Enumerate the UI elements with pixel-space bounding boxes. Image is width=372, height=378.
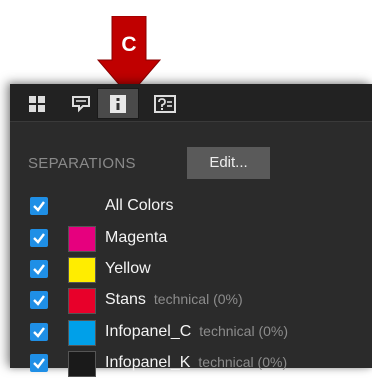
separation-row: All Colors [10, 193, 372, 221]
separation-tag: technical (0%) [199, 323, 288, 339]
separation-row: Stans technical (0%) [10, 287, 372, 315]
color-swatch [68, 257, 96, 283]
checkmark-icon [33, 233, 45, 244]
help-button[interactable] [145, 89, 185, 118]
color-swatch [68, 351, 96, 377]
separation-row: Magenta [10, 225, 372, 253]
separation-name: Yellow [105, 260, 151, 278]
separation-label: Infopanel_C [105, 323, 192, 340]
separation-label: Infopanel_K [105, 354, 191, 371]
separation-name: Infopanel_K technical (0%) [105, 354, 287, 372]
separation-name: Magenta [105, 229, 167, 247]
separation-name: All Colors [105, 197, 173, 215]
separation-row: Infopanel_K technical (0%) [10, 350, 372, 378]
checkmark-icon [33, 201, 45, 212]
checkmark-icon [33, 264, 45, 275]
separation-row: Yellow [10, 256, 372, 284]
color-swatch [68, 226, 96, 252]
color-swatch [68, 288, 96, 314]
checkmark-icon [33, 295, 45, 306]
separation-row: Infopanel_C technical (0%) [10, 319, 372, 347]
color-swatch [68, 320, 96, 346]
grid-view-button[interactable] [17, 89, 57, 118]
edit-button[interactable]: Edit... [187, 147, 270, 179]
separation-label: Magenta [105, 229, 168, 246]
separations-panel: SEPARATIONS Edit... All Colors Magenta Yel… [10, 84, 372, 377]
separation-checkbox[interactable] [30, 323, 48, 341]
separation-name: Stans technical (0%) [105, 291, 243, 309]
separation-checkbox[interactable] [30, 260, 48, 278]
separations-title: SEPARATIONS [28, 155, 136, 172]
panel-toolbar [10, 84, 372, 122]
info-icon [110, 94, 126, 113]
help-icon [154, 94, 176, 113]
comment-icon [72, 95, 90, 112]
separation-checkbox[interactable] [30, 354, 48, 372]
separation-label: All Colors [105, 197, 174, 214]
separation-checkbox[interactable] [30, 229, 48, 247]
grid-view-icon [29, 95, 45, 112]
callout-letter: C [121, 33, 137, 56]
separation-checkbox[interactable] [30, 291, 48, 309]
comments-button[interactable] [61, 89, 101, 118]
separation-tag: technical (0%) [153, 291, 243, 307]
checkmark-icon [33, 327, 45, 338]
info-button[interactable] [97, 88, 139, 119]
separation-label: Stans [105, 291, 146, 308]
separation-checkbox[interactable] [30, 197, 48, 215]
separation-label: Yellow [105, 260, 151, 277]
separation-name: Infopanel_C technical (0%) [105, 323, 288, 341]
